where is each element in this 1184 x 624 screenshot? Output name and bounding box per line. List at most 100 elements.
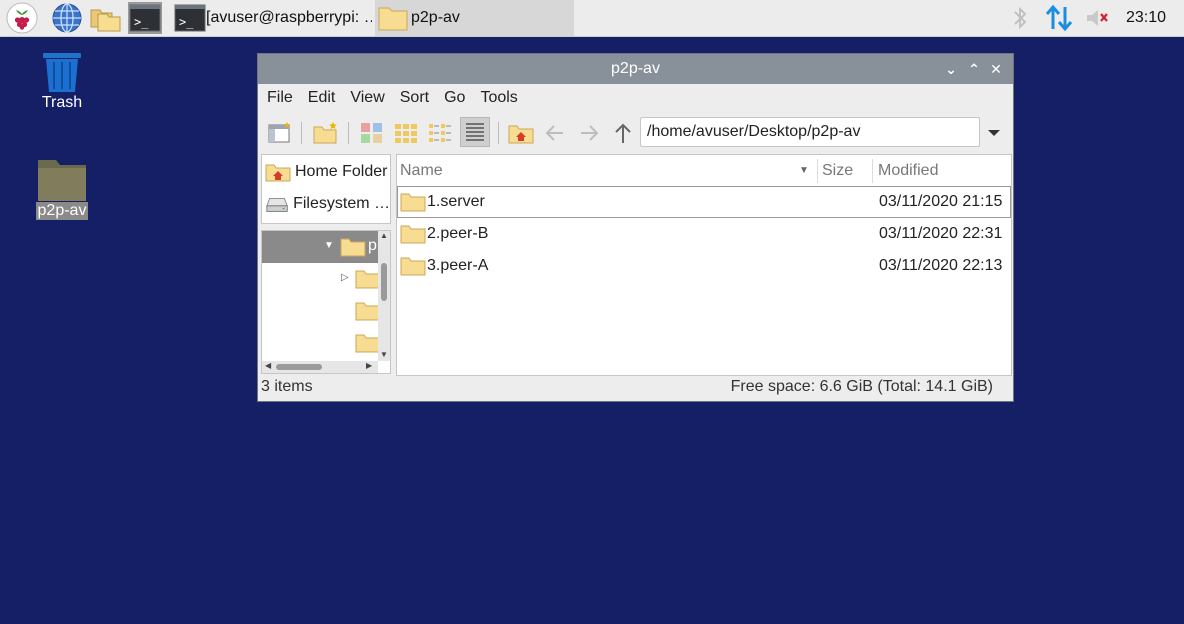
terminal-task-icon: >_	[174, 4, 206, 32]
places-item-label: Filesystem …	[293, 195, 390, 212]
task-terminal-label: [avuser@raspberrypi: …	[206, 9, 372, 26]
forward-button[interactable]	[575, 119, 603, 147]
trash-icon	[17, 50, 107, 94]
icon-view-icon	[395, 124, 417, 143]
drive-icon	[266, 197, 288, 212]
scrollbar-thumb[interactable]	[381, 263, 387, 301]
detailed-list-icon	[466, 123, 484, 141]
minimize-button[interactable]: ⌄	[941, 54, 961, 84]
column-header-modified[interactable]: Modified	[878, 155, 938, 186]
file-modified: 03/11/2020 22:13	[879, 257, 1003, 274]
folder-icon	[400, 225, 426, 244]
new-window-button[interactable]	[266, 119, 294, 147]
maximize-button[interactable]: ⌃	[964, 54, 984, 84]
new-folder-button[interactable]	[312, 119, 340, 147]
scroll-right-icon[interactable]: ▶	[366, 361, 372, 370]
menu-file[interactable]: File	[258, 89, 299, 107]
places-item-label: Home Folder	[295, 163, 388, 180]
file-manager-icon[interactable]	[89, 2, 123, 34]
file-name: 3.peer-A	[427, 257, 489, 274]
up-button[interactable]	[609, 119, 637, 147]
tree-item-label: p	[368, 237, 377, 254]
folder-icon	[400, 257, 426, 276]
tree-row-selected[interactable]: ▼ p	[262, 231, 378, 263]
scrollbar-thumb[interactable]	[276, 364, 322, 370]
expanded-arrow-icon[interactable]: ▼	[324, 240, 334, 251]
tree-row[interactable]	[262, 295, 381, 327]
places-pane: Home Folder Filesystem …	[261, 154, 391, 224]
places-item-home-folder[interactable]: Home Folder	[262, 156, 390, 188]
chevron-down-icon	[988, 130, 1000, 136]
file-list-header: Name ▼ Size Modified	[397, 155, 1011, 187]
new-folder-icon	[313, 122, 337, 144]
column-header-size[interactable]: Size	[822, 155, 853, 186]
view-icons-button[interactable]	[392, 119, 420, 147]
path-history-dropdown[interactable]	[982, 119, 1006, 147]
menu-sort[interactable]: Sort	[391, 89, 435, 107]
window-titlebar[interactable]: p2p-av ⌄ ⌃ ✕	[258, 54, 1013, 84]
terminal-icon[interactable]: >_	[128, 2, 162, 34]
view-detailed-list-button[interactable]	[460, 117, 490, 147]
task-file-manager[interactable]: p2p-av	[375, 0, 574, 36]
folder-icon	[377, 4, 411, 32]
raspberry-menu-icon[interactable]	[6, 2, 38, 34]
view-compact-button[interactable]	[426, 119, 454, 147]
task-terminal[interactable]: >_ [avuser@raspberrypi: …	[172, 0, 372, 36]
close-button[interactable]: ✕	[986, 54, 1006, 84]
column-header-name[interactable]: Name	[400, 155, 443, 186]
tree-horizontal-scrollbar[interactable]: ◀ ▶	[262, 361, 378, 373]
volume-muted-icon[interactable]	[1084, 4, 1112, 32]
back-button[interactable]	[541, 119, 569, 147]
forward-arrow-icon	[581, 125, 599, 141]
tree-row[interactable]	[262, 327, 381, 359]
desktop-trash-label: Trash	[41, 94, 83, 111]
path-entry[interactable]: /home/avuser/Desktop/p2p-av	[640, 117, 980, 147]
directory-tree: ▼ p ▷ ▲ ▼ ◀ ▶	[261, 230, 391, 374]
scroll-down-icon[interactable]: ▼	[380, 350, 388, 359]
toolbar: /home/avuser/Desktop/p2p-av	[258, 114, 1013, 150]
scroll-left-icon[interactable]: ◀	[265, 361, 271, 370]
sort-descending-icon[interactable]: ▼	[799, 165, 809, 176]
view-thumbnails-button[interactable]	[358, 119, 386, 147]
file-name: 2.peer-B	[427, 225, 489, 242]
status-item-count: 3 items	[261, 378, 313, 395]
menubar: File Edit View Sort Go Tools	[258, 84, 1013, 112]
desktop-trash[interactable]: Trash	[17, 50, 107, 112]
desktop-p2p-av-folder[interactable]: p2p-av	[17, 158, 107, 220]
bluetooth-icon[interactable]	[1010, 4, 1030, 32]
compact-view-icon	[429, 124, 451, 142]
svg-text:>_: >_	[179, 15, 194, 29]
task-file-manager-label: p2p-av	[411, 9, 460, 26]
svg-text:>_: >_	[134, 15, 149, 29]
window-title: p2p-av	[611, 60, 660, 77]
folder-icon	[400, 193, 426, 212]
scroll-up-icon[interactable]: ▲	[380, 231, 388, 240]
browser-globe-icon[interactable]	[51, 2, 83, 34]
file-name: 1.server	[427, 193, 485, 210]
clock[interactable]: 23:10	[1126, 0, 1166, 36]
network-updown-icon[interactable]	[1044, 3, 1074, 33]
menu-go[interactable]: Go	[435, 89, 471, 107]
tree-vertical-scrollbar[interactable]: ▲ ▼	[378, 231, 390, 361]
back-arrow-icon	[545, 125, 563, 141]
file-row[interactable]: 2.peer-B 03/11/2020 22:31	[397, 218, 1011, 250]
go-home-button[interactable]	[507, 119, 535, 147]
taskbar: >_ >_ [avuser@raspberrypi: … p2p-av 23:1…	[0, 0, 1184, 37]
home-folder-icon	[508, 125, 534, 144]
thumbnails-icon	[361, 123, 382, 143]
menu-edit[interactable]: Edit	[299, 89, 342, 107]
menu-view[interactable]: View	[341, 89, 390, 107]
file-row[interactable]: 3.peer-A 03/11/2020 22:13	[397, 250, 1011, 282]
file-modified: 03/11/2020 22:31	[879, 225, 1003, 242]
places-item-filesystem[interactable]: Filesystem …	[262, 188, 390, 220]
collapsed-arrow-icon[interactable]: ▷	[341, 272, 349, 283]
file-list: Name ▼ Size Modified 1.server 03/11/2020…	[396, 154, 1012, 376]
tree-row[interactable]: ▷	[262, 263, 381, 295]
file-modified: 03/11/2020 21:15	[879, 193, 1003, 210]
new-window-icon	[268, 122, 290, 143]
file-row[interactable]: 1.server 03/11/2020 21:15	[397, 186, 1011, 218]
menu-tools[interactable]: Tools	[471, 89, 523, 107]
up-arrow-icon	[615, 123, 631, 143]
file-manager-window: p2p-av ⌄ ⌃ ✕ File Edit View Sort Go Tool…	[258, 54, 1013, 401]
desktop-p2p-av-label: p2p-av	[35, 202, 89, 220]
